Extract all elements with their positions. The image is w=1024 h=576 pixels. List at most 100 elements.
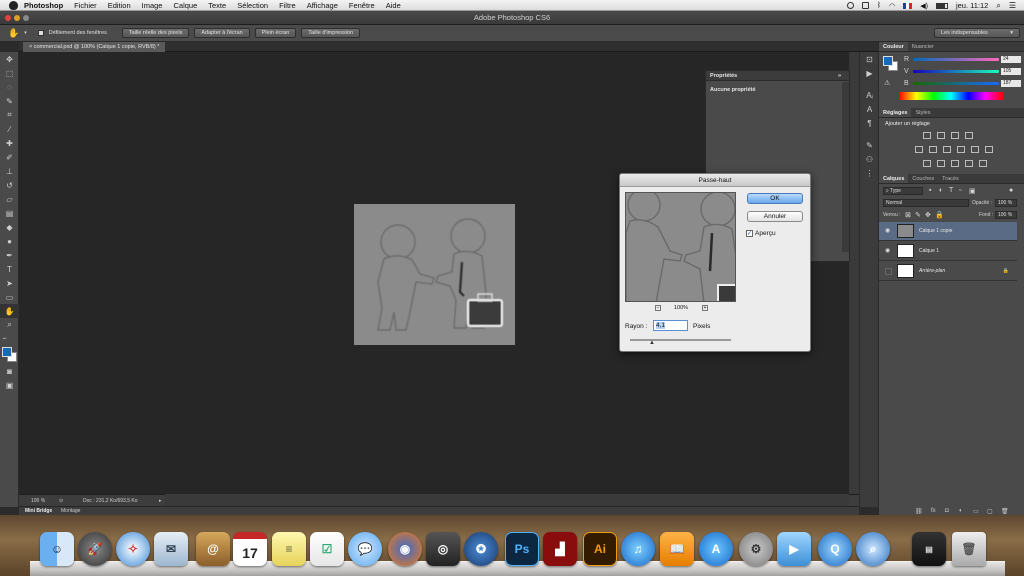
pen-tool-icon[interactable]: ✒ — [0, 248, 19, 262]
menu-window[interactable]: Fenêtre — [349, 1, 375, 10]
dialog-preview[interactable] — [625, 192, 736, 302]
color-spectrum-ramp[interactable] — [899, 92, 1003, 100]
new-group-icon[interactable]: ▭ — [973, 508, 979, 515]
menu-type[interactable]: Texte — [208, 1, 226, 10]
app-menu[interactable]: Photoshop — [24, 1, 63, 10]
notes-icon[interactable]: ≡ — [272, 532, 306, 566]
tab-swatches[interactable]: Nuancier — [908, 42, 938, 51]
trash-icon[interactable]: 🗑 — [952, 532, 986, 566]
finder-icon[interactable]: ☺ — [40, 532, 74, 566]
zoom-out-icon[interactable]: − — [655, 305, 661, 311]
move-tool-icon[interactable]: ✥ — [0, 52, 19, 66]
menu-select[interactable]: Sélection — [237, 1, 268, 10]
quick-mask-icon[interactable]: ◙ — [0, 364, 19, 378]
fill-screen-button[interactable]: Plein écran — [254, 28, 297, 38]
layer-row[interactable]: ◉ Calque 1 — [879, 242, 1017, 261]
tab-paths[interactable]: Tracés — [938, 174, 963, 183]
paragraph-panel-icon[interactable]: ¶ — [860, 116, 879, 130]
crop-tool-icon[interactable]: ⌗ — [0, 108, 19, 122]
close-window-button[interactable] — [5, 15, 11, 21]
minimize-window-button[interactable] — [14, 15, 20, 21]
channel-v-value[interactable]: 105 — [1001, 68, 1021, 75]
tool-preset-arrow-icon[interactable]: ▾ — [24, 30, 27, 36]
color-foreground-swatch[interactable] — [883, 56, 893, 66]
volume-icon[interactable]: ◀) — [920, 2, 928, 10]
eye-icon[interactable]: ◉ — [885, 248, 892, 254]
brightness-adjust-icon[interactable] — [923, 132, 931, 139]
brush-tool-icon[interactable]: ✐ — [0, 150, 19, 164]
lock-all-icon[interactable]: 🔒 — [935, 211, 944, 219]
actual-pixels-button[interactable]: Taille réelle des pixels — [121, 28, 190, 38]
photobooth-icon[interactable]: ◎ — [426, 532, 460, 566]
facetime-icon[interactable]: ▶ — [777, 532, 811, 566]
mail-icon[interactable]: ✉ — [154, 532, 188, 566]
menu-filter[interactable]: Filtre — [279, 1, 296, 10]
bluetooth-icon[interactable]: ᛒ — [877, 2, 881, 9]
itunes-icon[interactable]: ♫ — [621, 532, 655, 566]
fx-icon[interactable]: fx — [931, 508, 936, 514]
record-icon[interactable] — [846, 2, 854, 9]
search-icon[interactable]: ⌕ — [996, 1, 1000, 11]
properties-scrollbar[interactable] — [842, 82, 849, 252]
default-colors-icon[interactable]: ▪▫ — [0, 332, 19, 346]
zoom-in-icon[interactable]: + — [702, 305, 708, 311]
messages-icon[interactable]: 💬 — [348, 532, 382, 566]
curves-adjust-icon[interactable] — [951, 132, 959, 139]
menu-help[interactable]: Aide — [386, 1, 401, 10]
dodge-tool-icon[interactable]: ● — [0, 234, 19, 248]
system-preferences-icon[interactable]: ⚙ — [739, 532, 773, 566]
lasso-tool-icon[interactable]: ◌ — [0, 80, 19, 94]
zoom-tool-icon[interactable]: ⌕ — [0, 318, 19, 332]
menu-file[interactable]: Fichier — [74, 1, 97, 10]
appstore-icon[interactable]: A — [699, 532, 733, 566]
document-tab[interactable]: × commercial.psd @ 100% (Calque 1 copie,… — [23, 42, 166, 52]
filter-adjust-icon[interactable]: ◐ — [939, 187, 943, 194]
zoom-window-button[interactable] — [23, 15, 29, 21]
tab-close-icon[interactable]: × — [29, 44, 32, 50]
warning-icon[interactable]: ⚠ — [884, 79, 890, 87]
character-panel-icon[interactable]: A — [860, 102, 879, 116]
hand-tool-icon[interactable]: ✋ — [8, 28, 19, 39]
eye-icon[interactable] — [885, 268, 892, 275]
new-layer-icon[interactable]: ▢ — [987, 508, 993, 515]
threshold-adjust-icon[interactable] — [951, 160, 959, 167]
menu-image[interactable]: Image — [142, 1, 163, 10]
filter-shape-icon[interactable]: ▫ — [959, 187, 961, 194]
print-size-button[interactable]: Taille d'impression — [301, 28, 361, 38]
screen-mode-icon[interactable]: ▣ — [0, 378, 19, 392]
launchpad-icon[interactable]: 🚀 — [78, 532, 112, 566]
history-brush-tool-icon[interactable]: ↺ — [0, 178, 19, 192]
bw-adjust-icon[interactable] — [957, 146, 965, 153]
new-adjustment-icon[interactable]: ◐ — [959, 508, 963, 514]
menu-layer[interactable]: Calque — [173, 1, 197, 10]
color-balance-adjust-icon[interactable] — [943, 146, 951, 153]
gradient-tool-icon[interactable]: ▤ — [0, 206, 19, 220]
list-icon[interactable]: ☰ — [1009, 1, 1016, 10]
blend-mode-select[interactable]: Normal — [883, 199, 969, 207]
tab-channels[interactable]: Couches — [908, 174, 938, 183]
illustrator-icon[interactable]: Ai — [583, 532, 617, 566]
radius-slider-thumb[interactable]: ▲ — [649, 340, 655, 346]
type-tool-icon[interactable]: T — [0, 262, 19, 276]
marquee-tool-icon[interactable]: ⬚ — [0, 66, 19, 80]
lock-transparent-icon[interactable]: ⊠ — [905, 211, 911, 219]
channel-mixer-adjust-icon[interactable] — [985, 146, 993, 153]
documents-stack-icon[interactable]: ▤ — [912, 532, 946, 566]
layer-name[interactable]: Arrière-plan — [919, 262, 945, 281]
layer-filter-select[interactable]: ⌕ Type — [883, 187, 923, 195]
adjust-panel-icon[interactable]: ⋮ — [860, 166, 879, 180]
vertical-scrollbar[interactable] — [849, 52, 859, 494]
layer-name[interactable]: Calque 1 copie — [919, 222, 952, 241]
channel-r-value[interactable]: 24 — [1001, 56, 1021, 63]
actions-panel-icon[interactable]: ▶ — [860, 66, 879, 80]
opacity-value[interactable]: 100 % — [995, 199, 1017, 207]
fill-value[interactable]: 100 % — [995, 211, 1017, 219]
vibrance-adjust-icon[interactable] — [915, 146, 923, 153]
channel-v-slider[interactable] — [913, 70, 999, 73]
layer-name[interactable]: Calque 1 — [919, 242, 939, 261]
filter-smart-icon[interactable]: ▣ — [969, 187, 976, 195]
channel-r-slider[interactable] — [913, 58, 999, 61]
radius-input[interactable]: 4,1 — [653, 320, 688, 331]
ok-button[interactable]: OK — [747, 193, 803, 204]
clone-source-panel-icon[interactable]: ⚇ — [860, 152, 879, 166]
